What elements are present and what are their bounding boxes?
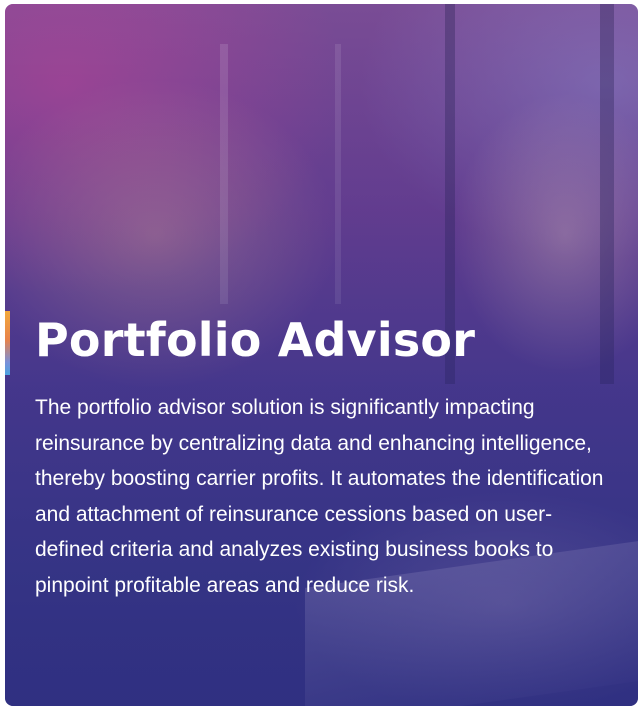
card-description: The portfolio advisor solution is signif… — [35, 396, 604, 597]
card-title: Portfolio Advisor — [35, 313, 476, 367]
portfolio-advisor-card: Portfolio Advisor The portfolio advisor … — [5, 4, 638, 706]
title-accent-bar — [5, 311, 10, 375]
